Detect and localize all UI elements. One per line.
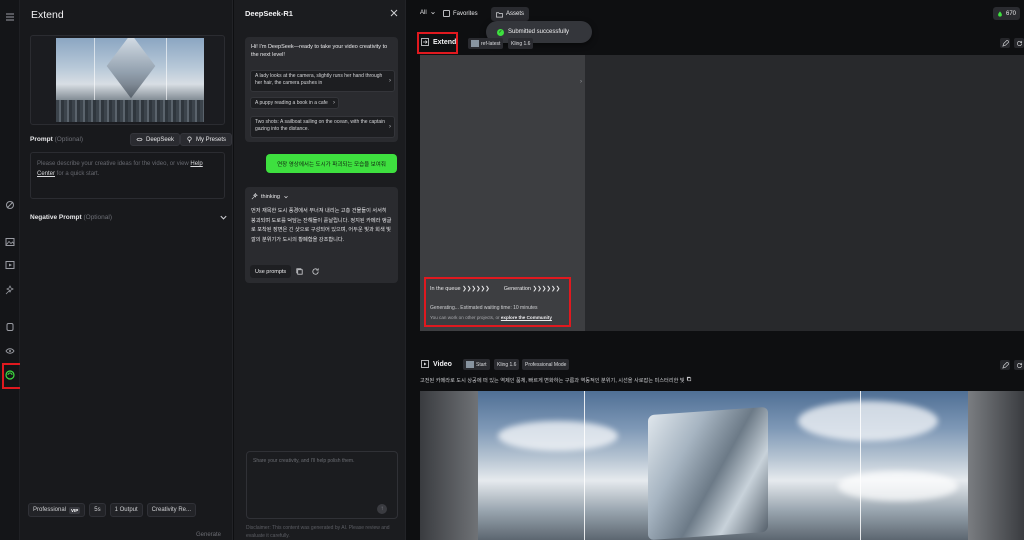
sparkle-icon [251,193,258,200]
check-icon: ✓ [497,28,504,36]
chevron-down-icon [430,11,435,15]
eye-icon[interactable] [4,345,16,357]
panel-title: Extend [31,9,64,21]
pin-icon [187,136,192,143]
image-icon[interactable] [4,236,16,248]
source-video-thumbnail [56,38,204,122]
video-section-header: Video [421,360,452,368]
refresh-icon[interactable] [311,267,320,276]
disclaimer-text: Disclaimer: This content was generated b… [246,525,390,539]
assets-button[interactable]: Assets [491,7,530,21]
prompt-label: Prompt (Optional) [30,136,84,143]
thinking-card: thinking 먼저 재목한 도시 풍경에서 무너져 내리는 고층 건물들이 … [245,187,398,283]
chevron-down-icon[interactable] [219,213,228,222]
start-frame-tag: Start [463,359,490,370]
chevron-down-icon [284,195,288,198]
redo-icon[interactable] [1014,38,1024,48]
generate-button[interactable]: Generate [196,532,221,538]
video-icon [421,360,429,368]
close-icon[interactable] [390,9,398,17]
copy-icon[interactable] [295,267,304,276]
generation-settings-bar: Professional VIP 5s 1 Output Creativity R… [28,503,196,517]
use-prompts-button[interactable]: Use prompts [250,265,292,278]
edit-icon[interactable] [1000,38,1010,48]
menu-icon[interactable] [4,11,16,23]
extend-panel: Extend Prompt (Optional) DeepSeek My Pre… [20,0,233,540]
intro-text: Hi! I'm DeepSeek—ready to take your vide… [251,44,388,58]
copy-icon[interactable] [686,376,692,382]
prompt-input[interactable]: Please describe your creative ideas for … [30,152,225,199]
creativity-select[interactable]: Creativity Re... [146,503,196,517]
negative-prompt-label: Negative Prompt (Optional) [30,214,113,221]
deepseek-title: DeepSeek-R1 [245,9,293,18]
send-icon[interactable]: ↑ [377,504,387,514]
video-preview[interactable] [420,391,1024,540]
edit-icon[interactable] [1000,360,1010,370]
reference-tag: ref-latest [468,38,504,49]
mode-select[interactable]: Professional VIP [28,503,86,517]
intro-card: Hi! I'm DeepSeek—ready to take your vide… [245,37,398,142]
thinking-header[interactable]: thinking [251,193,289,200]
thumbnail-icon [466,361,474,368]
suggestion-item[interactable]: A lady looks at the camera, slightly run… [250,70,395,92]
thumbnail-icon [471,40,479,47]
user-message: 연장 영상에서는 도시가 파괴되는 모습을 보여줘 [266,154,397,173]
model-tag: Kling 1.6 [508,38,534,49]
my-presets-button[interactable]: My Presets [180,133,232,146]
checkbox-icon [443,10,450,17]
deepseek-button[interactable]: DeepSeek [130,133,181,146]
duration-select[interactable]: 5s [89,503,106,517]
thinking-text: 먼저 재목한 도시 풍경에서 무너져 내리는 고층 건물들이 서서히 붕괴되며 … [251,208,392,243]
source-video-thumbnail-box[interactable] [30,35,225,125]
polish-input[interactable]: Share your creativity, and I'll help pol… [246,451,398,519]
character-icon[interactable] [4,321,16,333]
favorites-checkbox[interactable]: Favorites [443,10,478,17]
suggestion-item[interactable]: A puppy reading a book in a cafe › [250,97,339,109]
credit-icon [998,10,1002,17]
model-tag: Kling 1.6 [494,359,520,370]
mode-tag: Professional Mode [522,359,570,370]
effects-icon[interactable] [4,284,16,296]
extend-highlight-box [417,32,458,54]
outputs-select[interactable]: 1 Output [109,503,143,517]
filter-all-dropdown[interactable]: All [420,10,436,16]
folder-icon [496,11,503,17]
suggestion-item[interactable]: Two shots: A sailboat sailing on the oce… [250,116,395,138]
redo-icon[interactable] [1014,360,1024,370]
deepseek-small-icon [136,137,143,142]
magic-icon[interactable] [4,199,16,211]
video-description: 고전된 카메라로 도시 상공에 떠 있는 역제인 품체, 빠르게 변화하는 구름… [420,376,1020,384]
queue-highlight-box [424,277,571,327]
left-rail [0,0,30,540]
credits-badge[interactable]: 670 [993,7,1021,20]
video-icon[interactable] [4,259,16,271]
